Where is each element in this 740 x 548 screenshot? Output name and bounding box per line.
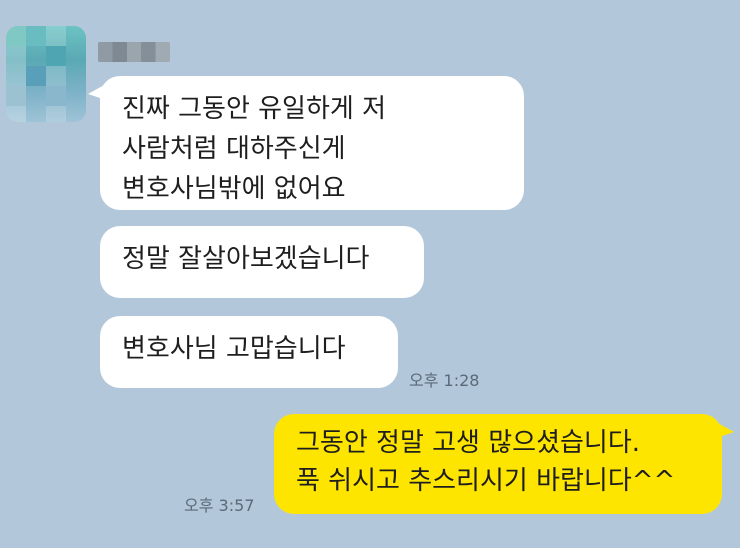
- incoming-message-bubble[interactable]: 진짜 그동안 유일하게 저 사람처럼 대하주신게 변호사님밖에 없어요: [88, 76, 524, 210]
- avatar-pixel: [46, 46, 66, 66]
- avatar-pixel: [6, 26, 26, 46]
- avatar-pixel: [6, 86, 26, 106]
- outgoing-message-bubble[interactable]: 그동안 정말 고생 많으셨습니다. 푹 쉬시고 추스리시기 바랍니다^^: [274, 414, 734, 514]
- outgoing-timestamp: 오후 3:57: [184, 496, 255, 515]
- avatar-pixel: [46, 86, 66, 106]
- avatar-pixel: [26, 66, 46, 86]
- incoming-message-bubble[interactable]: 정말 잘살아보겠습니다: [100, 226, 424, 298]
- incoming-timestamp: 오후 1:28: [409, 371, 480, 390]
- sender-name-blurred: [98, 42, 170, 62]
- incoming-message-bubble[interactable]: 변호사님 고맙습니다: [100, 316, 398, 388]
- sender-avatar[interactable]: [6, 26, 86, 122]
- avatar-pixel: [26, 26, 46, 46]
